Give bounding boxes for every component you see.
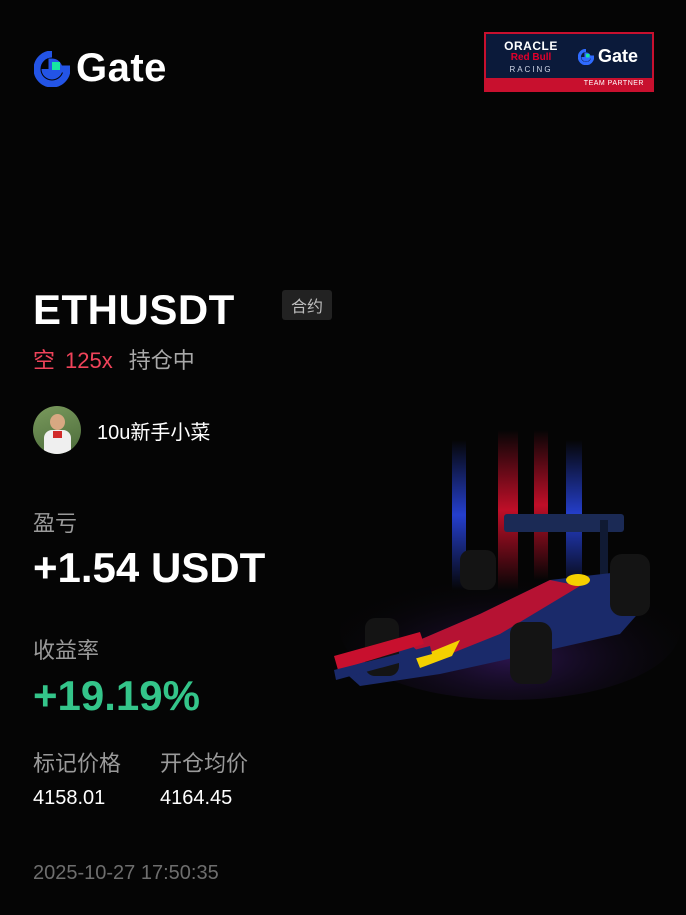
brand-name: Gate <box>76 46 167 90</box>
position-direction-line: 空 125x 持仓中 <box>33 343 195 375</box>
trading-pair: ETHUSDT <box>33 286 235 333</box>
timestamp: 2025-10-27 17:50:35 <box>33 862 219 884</box>
pnl-value: +1.54 USDT <box>33 544 266 591</box>
direction-short: 空 <box>33 348 56 373</box>
partner-line3: RACING <box>509 65 553 74</box>
mark-price-label: 标记价格 <box>33 751 122 776</box>
team-partner-strip: TEAM PARTNER <box>486 78 652 90</box>
partner-line1: ORACLE <box>504 39 558 53</box>
position-status: 持仓中 <box>128 348 195 373</box>
redbull-racing-logo: ORACLE Red Bull RACING <box>494 40 568 76</box>
leverage: 125x <box>65 348 113 373</box>
roi-label: 收益率 <box>33 638 100 663</box>
mark-price-value: 4158.01 <box>33 787 106 809</box>
f1-car-illustration <box>334 430 680 700</box>
roi-value: +19.19% <box>33 672 200 719</box>
user-avatar <box>33 406 81 454</box>
partner-line2: Red Bull <box>510 52 552 63</box>
user-info: 10u新手小菜 <box>33 406 210 454</box>
entry-price-value: 4164.45 <box>160 787 233 809</box>
gate-mini-icon <box>578 48 594 65</box>
partner-gate-logo: Gate <box>578 46 638 67</box>
gate-logo-icon <box>34 50 70 87</box>
contract-type-tag: 合约 <box>282 290 333 320</box>
team-partner-badge: ORACLE Red Bull RACING Gate TEAM PARTNER <box>484 32 654 92</box>
partner-brand-name: Gate <box>598 46 639 66</box>
username: 10u新手小菜 <box>97 421 211 444</box>
pnl-label: 盈亏 <box>33 511 78 536</box>
entry-price-label: 开仓均价 <box>160 751 249 776</box>
gate-logo: Gate <box>34 46 167 91</box>
